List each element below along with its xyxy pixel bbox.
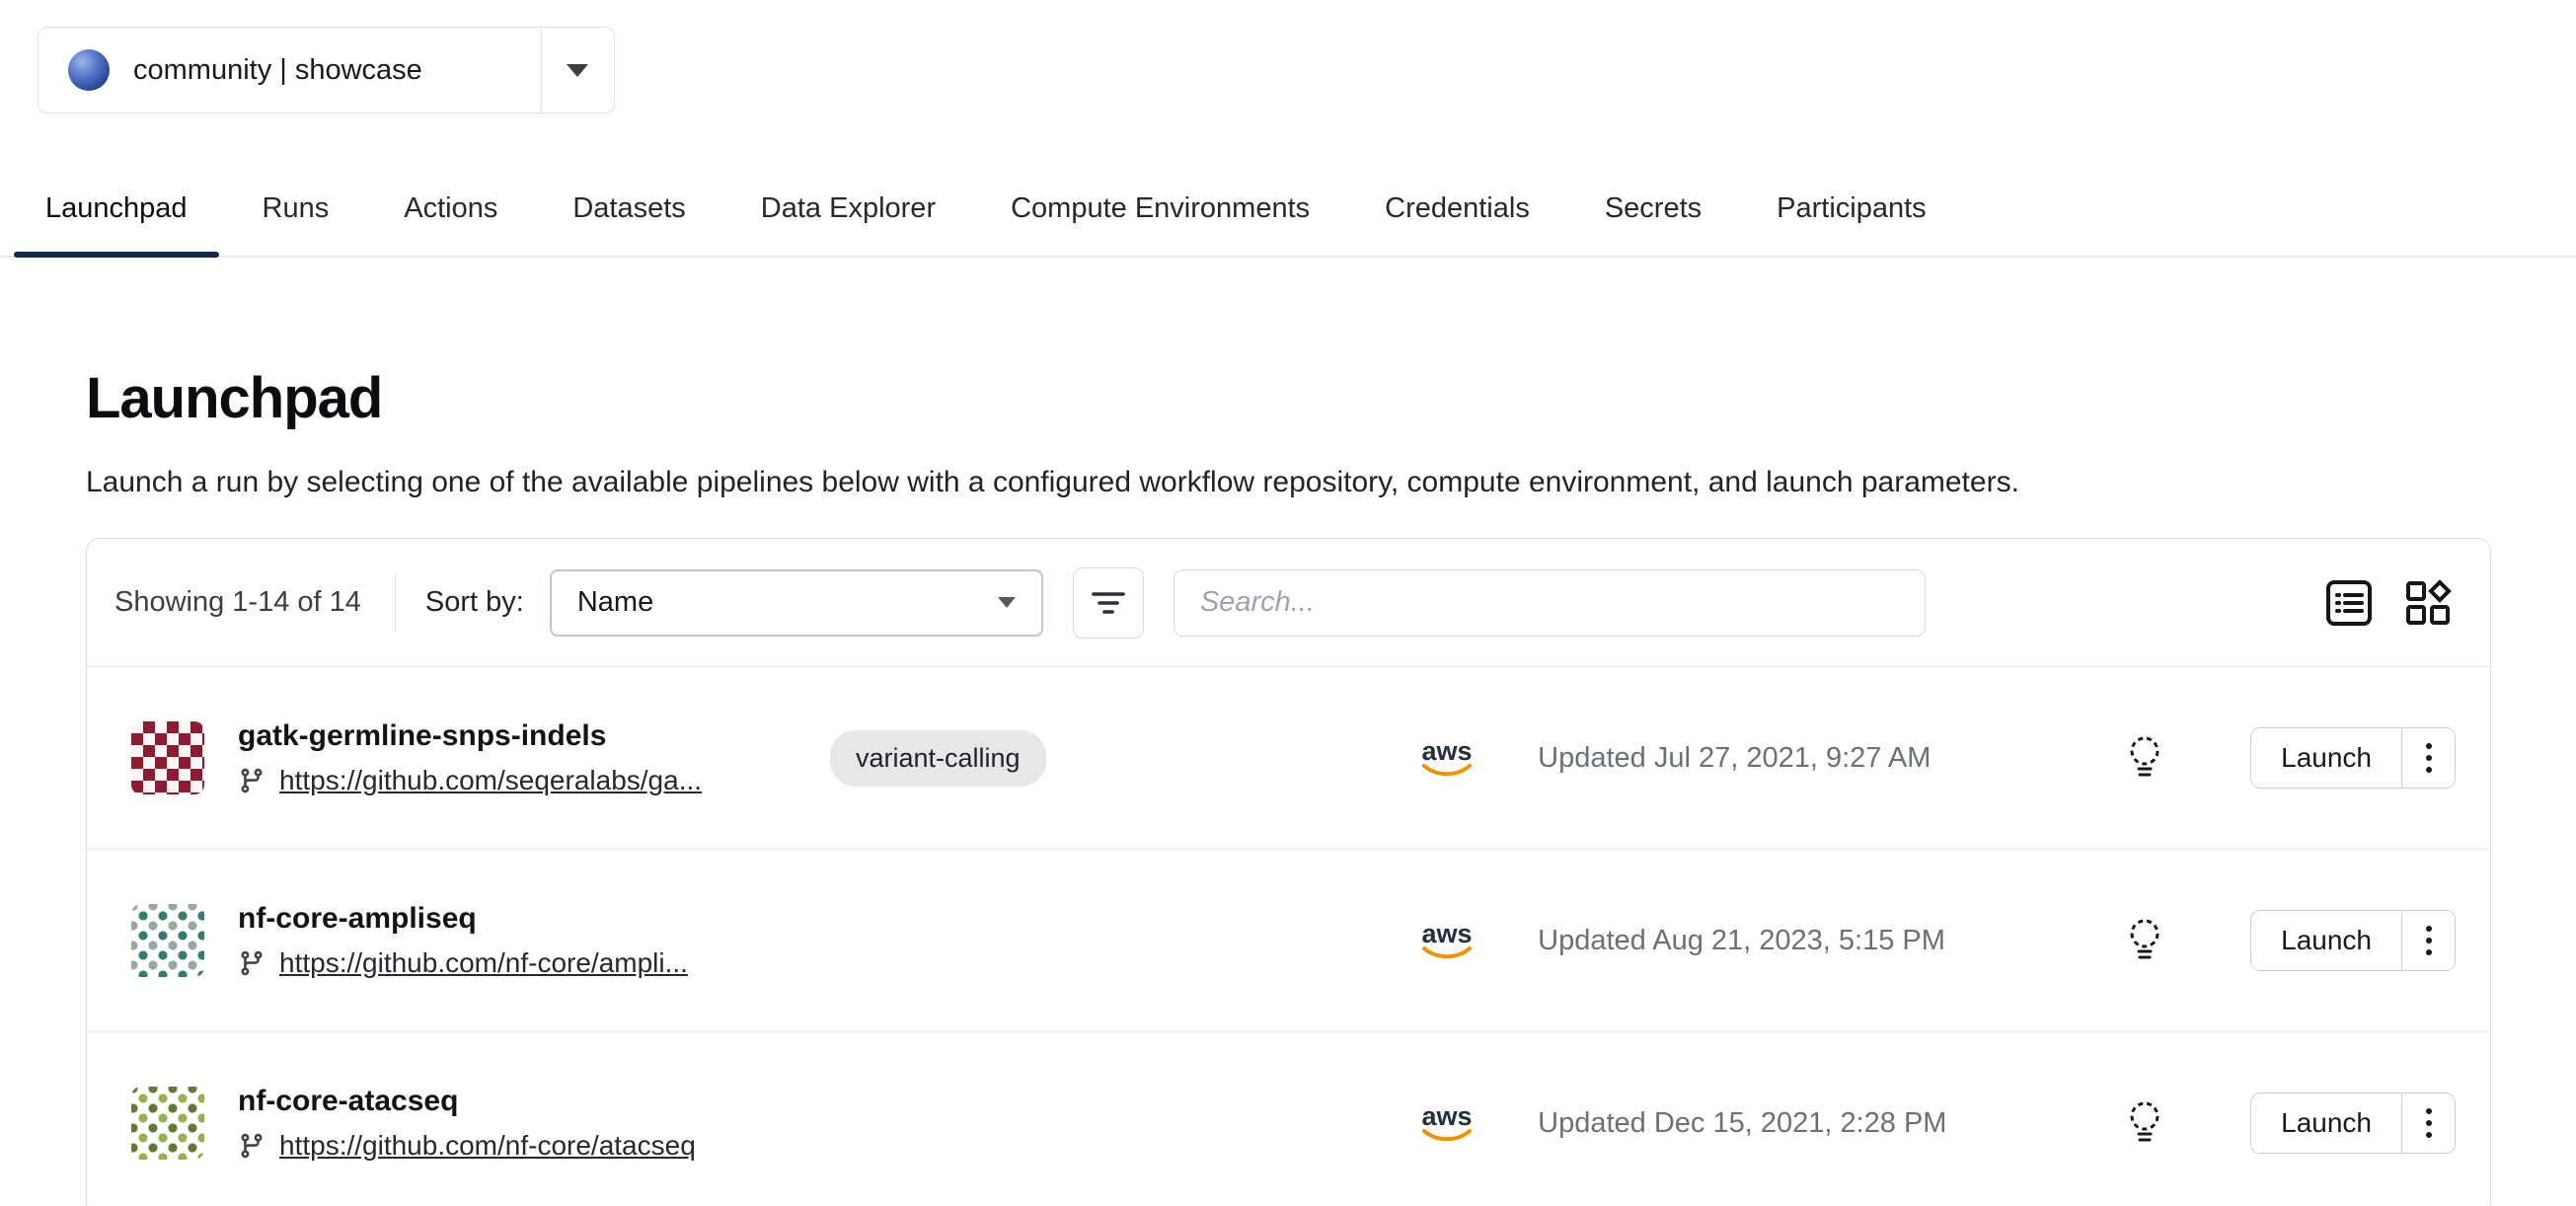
pipeline-row: gatk-germline-snps-indels https://github… (87, 667, 2490, 850)
workspace-selector-main[interactable]: community | showcase (38, 28, 541, 113)
pipeline-avatar-icon (131, 1087, 204, 1160)
pipeline-hint-bulb-icon[interactable] (2090, 734, 2199, 782)
topbar: community | showcase (0, 0, 2576, 113)
svg-text:aws: aws (1422, 736, 1473, 766)
filter-button[interactable] (1073, 567, 1144, 639)
svg-text:aws: aws (1422, 1101, 1473, 1131)
chevron-down-icon (998, 597, 1016, 608)
workspace-globe-icon (68, 49, 110, 91)
kebab-icon (2425, 1106, 2433, 1140)
tab-compute-environments[interactable]: Compute Environments (973, 163, 1347, 256)
tab-actions[interactable]: Actions (366, 163, 535, 256)
tab-credentials[interactable]: Credentials (1347, 163, 1567, 256)
workspace-selector[interactable]: community | showcase (38, 27, 615, 113)
launch-button[interactable]: Launch (2251, 911, 2401, 970)
tab-secrets[interactable]: Secrets (1567, 163, 1739, 256)
launch-button-group: Launch (2250, 727, 2456, 789)
aws-logo-icon: aws (1416, 919, 1477, 962)
tab-runs[interactable]: Runs (225, 163, 367, 256)
kebab-icon (2425, 924, 2433, 957)
pipeline-avatar-icon (131, 721, 204, 794)
page-title: Launchpad (86, 368, 2491, 429)
pipeline-row: nf-core-atacseq https://github.com/nf-co… (87, 1032, 2490, 1206)
list-view-icon (2324, 578, 2374, 628)
tab-data-explorer[interactable]: Data Explorer (723, 163, 973, 256)
pipeline-info: nf-core-ampliseq https://github.com/nf-c… (238, 902, 830, 979)
updated-text: Updated Aug 21, 2023, 5:15 PM (1538, 925, 2090, 957)
pipeline-label-badge: variant-calling (830, 730, 1046, 787)
pipeline-hint-bulb-icon[interactable] (2090, 1099, 2199, 1147)
sort-select[interactable]: Name (550, 569, 1043, 637)
aws-logo-icon: aws (1416, 1101, 1477, 1145)
toolbar-divider (395, 574, 396, 632)
sort-select-value: Name (577, 586, 653, 619)
launch-button[interactable]: Launch (2251, 1093, 2401, 1153)
pipeline-repo-row: https://github.com/seqeralabs/ga... (238, 765, 830, 796)
workspace-label: community | showcase (133, 54, 422, 87)
pipeline-badge-col: variant-calling (830, 730, 1411, 787)
row-menu-button[interactable] (2401, 911, 2455, 970)
grid-view-icon (2403, 578, 2453, 628)
pipeline-repo-row: https://github.com/nf-core/ampli... (238, 947, 830, 979)
showing-count: Showing 1-14 of 14 (114, 586, 361, 619)
pipeline-repo-link[interactable]: https://github.com/nf-core/atacseq (279, 1130, 696, 1162)
launch-button[interactable]: Launch (2251, 728, 2401, 788)
git-branch-icon (238, 949, 265, 977)
pipeline-name: gatk-germline-snps-indels (238, 719, 830, 753)
page-subtitle: Launch a run by selecting one of the ava… (86, 465, 2491, 500)
row-menu-button[interactable] (2401, 728, 2455, 788)
app-viewport: community | showcase Launchpad Runs Acti… (0, 0, 2576, 1206)
provider-col: aws (1411, 919, 1482, 962)
git-branch-icon (238, 1132, 265, 1160)
updated-text: Updated Jul 27, 2021, 9:27 AM (1538, 742, 2090, 775)
search-input[interactable] (1174, 569, 1926, 637)
pipeline-avatar-icon (131, 904, 204, 977)
pipeline-info: nf-core-atacseq https://github.com/nf-co… (238, 1085, 830, 1162)
view-toggles (2324, 578, 2453, 628)
nav-tabs: Launchpad Runs Actions Datasets Data Exp… (0, 163, 2576, 258)
filter-icon (1089, 585, 1128, 621)
grid-view-button[interactable] (2403, 578, 2453, 628)
updated-text: Updated Dec 15, 2021, 2:28 PM (1538, 1107, 2090, 1140)
tab-datasets[interactable]: Datasets (535, 163, 722, 256)
tab-participants[interactable]: Participants (1739, 163, 1964, 256)
provider-col: aws (1411, 1101, 1482, 1145)
row-menu-button[interactable] (2401, 1093, 2455, 1153)
workspace-caret-button[interactable] (541, 28, 614, 113)
svg-text:aws: aws (1422, 919, 1473, 948)
pipeline-repo-row: https://github.com/nf-core/atacseq (238, 1130, 830, 1162)
pipeline-row: nf-core-ampliseq https://github.com/nf-c… (87, 850, 2490, 1032)
pipeline-name: nf-core-ampliseq (238, 902, 830, 936)
sort-by-label: Sort by: (425, 586, 524, 619)
pipeline-name: nf-core-atacseq (238, 1085, 830, 1118)
launch-button-group: Launch (2250, 910, 2456, 971)
git-branch-icon (238, 767, 265, 794)
chevron-down-icon (567, 64, 588, 77)
list-view-button[interactable] (2324, 578, 2374, 628)
pipeline-info: gatk-germline-snps-indels https://github… (238, 719, 830, 796)
pipeline-hint-bulb-icon[interactable] (2090, 917, 2199, 964)
pipelines-card: Showing 1-14 of 14 Sort by: Name (86, 538, 2491, 1206)
provider-col: aws (1411, 736, 1482, 780)
pipelines-toolbar: Showing 1-14 of 14 Sort by: Name (87, 539, 2490, 667)
launch-button-group: Launch (2250, 1093, 2456, 1154)
kebab-icon (2425, 741, 2433, 775)
tab-launchpad[interactable]: Launchpad (8, 163, 225, 256)
pipeline-repo-link[interactable]: https://github.com/seqeralabs/ga... (279, 765, 702, 796)
main-content: Launchpad Launch a run by selecting one … (0, 368, 2576, 1206)
aws-logo-icon: aws (1416, 736, 1477, 780)
pipeline-repo-link[interactable]: https://github.com/nf-core/ampli... (279, 947, 688, 979)
